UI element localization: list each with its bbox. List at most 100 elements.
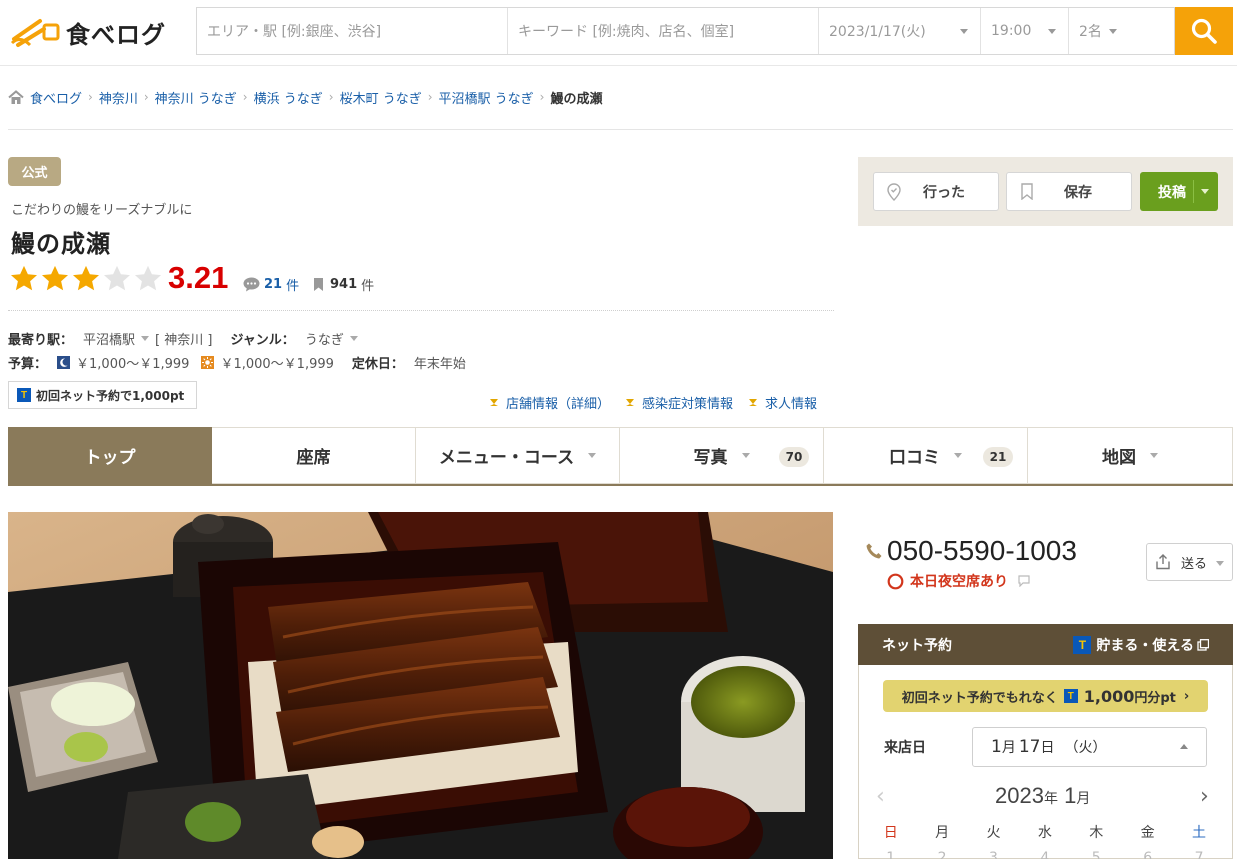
visited-label: 行った [923, 184, 965, 201]
weekday-label: 木 [1089, 825, 1104, 841]
send-button[interactable]: 送る [1146, 543, 1233, 581]
calendar-day[interactable]: 5 [1071, 850, 1122, 859]
home-icon [8, 89, 24, 104]
nearest-station[interactable]: 平沼橋駅 [83, 329, 135, 348]
arrow-down-icon [490, 399, 498, 406]
people-value: 2名 [1079, 24, 1102, 40]
tab-label: メニュー・コース [438, 448, 575, 468]
calendar-year: 2023 [995, 783, 1044, 808]
moon-icon [57, 356, 71, 369]
tab-bar: トップ 座席 メニュー・コース 写真 70 口コミ 21 地図 [8, 427, 1233, 486]
area-search-input[interactable]: エリア・駅 [例:銀座、渋谷] [197, 8, 508, 54]
chevron-down-icon[interactable] [349, 336, 358, 341]
chevron-down-icon[interactable] [141, 336, 150, 341]
tpoint-badge: T 初回ネット予約で1,000pt [8, 381, 197, 409]
restaurant-name: 鰻の成瀬 [11, 230, 111, 258]
send-label: 送る [1181, 556, 1208, 572]
calendar-days-row: 1 2 3 4 5 6 7 [865, 850, 1225, 859]
tabelog-logo-icon [10, 15, 62, 49]
map-pin-icon [887, 182, 901, 201]
time-select[interactable]: 19:00 [981, 8, 1069, 54]
search-button[interactable] [1175, 7, 1233, 55]
weekday-label: 日 [883, 825, 898, 841]
divider [1193, 180, 1194, 203]
chevron-right-icon: › [143, 90, 149, 104]
tab-menu[interactable]: メニュー・コース [416, 427, 620, 484]
arrow-down-icon [626, 399, 635, 406]
phone-number[interactable]: 050-5590-1003 [865, 535, 1077, 567]
calendar-day[interactable]: 7 [1173, 850, 1224, 859]
budget-lunch: ￥1,000～￥1,999 [220, 357, 334, 372]
main-photo[interactable] [8, 512, 833, 859]
nearest-station-label: 最寄り駅： [8, 333, 74, 348]
tab-seats[interactable]: 座席 [212, 427, 416, 484]
holiday: 年末年始 [413, 357, 466, 372]
comment-icon[interactable] [1018, 575, 1030, 587]
availability-text: 本日夜空席あり [910, 574, 1008, 590]
tab-label: 座席 [296, 448, 331, 468]
genre[interactable]: うなぎ [305, 329, 344, 348]
people-select[interactable]: 2名 [1069, 8, 1137, 54]
tab-top[interactable]: トップ [8, 427, 212, 484]
visit-date-select[interactable]: 1 月 17 日 （火） [972, 727, 1207, 767]
info-links: 店舗情報（詳細） 感染症対策情報 求人情報 [490, 393, 817, 412]
divider [8, 129, 1233, 130]
tab-label: 口コミ [889, 448, 940, 468]
speech-bubble-icon [243, 277, 260, 292]
tab-reviews[interactable]: 口コミ 21 [824, 427, 1028, 484]
breadcrumb-item[interactable]: 横浜 うなぎ [254, 88, 323, 107]
calendar-month-heading: 2023年 1月 [995, 783, 1090, 809]
post-button[interactable]: 投稿 [1140, 172, 1218, 211]
breadcrumb-item[interactable]: 神奈川 [99, 88, 138, 107]
calendar-day[interactable]: 2 [916, 850, 967, 859]
nearest-area[interactable]: [ 神奈川 ] [155, 329, 212, 348]
date-select[interactable]: 2023/1/17(火) [819, 8, 981, 54]
calendar-next-icon[interactable]: › [1200, 784, 1209, 809]
calendar-day[interactable]: 3 [968, 850, 1019, 859]
weekday-label: 金 [1140, 825, 1155, 841]
breadcrumb-item[interactable]: 平沼橋駅 うなぎ [439, 88, 534, 107]
chevron-down-icon [741, 453, 750, 458]
external-link-icon [1197, 639, 1209, 651]
rating-score: 3.21 [168, 260, 229, 295]
star-empty-icon [135, 265, 161, 291]
tab-map[interactable]: 地図 [1028, 427, 1233, 484]
genre-label: ジャンル： [230, 333, 295, 348]
save-button[interactable]: 保存 [1006, 172, 1132, 211]
tab-photos[interactable]: 写真 70 [620, 427, 824, 484]
star-rating [9, 264, 164, 294]
review-count[interactable]: 21 件 [243, 275, 299, 294]
tpoint-icon: T [17, 388, 31, 402]
arrow-down-icon [749, 399, 758, 406]
breadcrumb: 食べログ › 神奈川 › 神奈川 うなぎ › 横浜 うなぎ › 桜木町 うなぎ › 平沼橋… [8, 87, 602, 107]
job-info-link[interactable]: 求人情報 [749, 393, 817, 412]
calendar-day[interactable]: 1 [865, 850, 916, 859]
date-value: 2023/1/17(火) [829, 24, 926, 40]
promo-banner[interactable]: 初回ネット予約でもれなく T 1,000 円分pt › [883, 680, 1208, 712]
divider [8, 310, 834, 311]
breadcrumb-item[interactable]: 神奈川 うなぎ [155, 88, 237, 107]
keyword-placeholder: キーワード [例:焼肉、店名、個室] [518, 24, 735, 40]
calendar-day[interactable]: 4 [1019, 850, 1070, 859]
selected-dow: （火） [1064, 740, 1107, 756]
calendar-day[interactable]: 6 [1122, 850, 1173, 859]
breadcrumb-item[interactable]: 桜木町 うなぎ [340, 88, 422, 107]
visited-button[interactable]: 行った [873, 172, 999, 211]
infection-info-link[interactable]: 感染症対策情報 [626, 393, 733, 412]
calendar-prev-icon[interactable]: ‹ [876, 784, 885, 809]
breadcrumb-item[interactable]: 食べログ [30, 88, 82, 107]
availability-status: 本日夜空席あり [887, 571, 1030, 591]
tpoint-link[interactable]: T 貯まる・使える [1073, 635, 1209, 655]
chevron-right-icon: › [328, 90, 334, 104]
weekday-label: 水 [1037, 825, 1052, 841]
tabelog-logo[interactable]: 食べログ [10, 14, 166, 50]
weekday-label: 土 [1192, 825, 1207, 841]
chevron-right-icon: › [242, 90, 248, 104]
keyword-search-input[interactable]: キーワード [例:焼肉、店名、個室] [508, 8, 819, 54]
share-icon [1156, 554, 1170, 570]
chevron-down-icon[interactable] [1201, 189, 1209, 194]
store-info-link[interactable]: 店舗情報（詳細） [490, 393, 610, 412]
logo-text: 食べログ [66, 20, 166, 49]
year-suffix: 年 [1043, 790, 1058, 806]
save-count-value: 941 [330, 277, 358, 292]
